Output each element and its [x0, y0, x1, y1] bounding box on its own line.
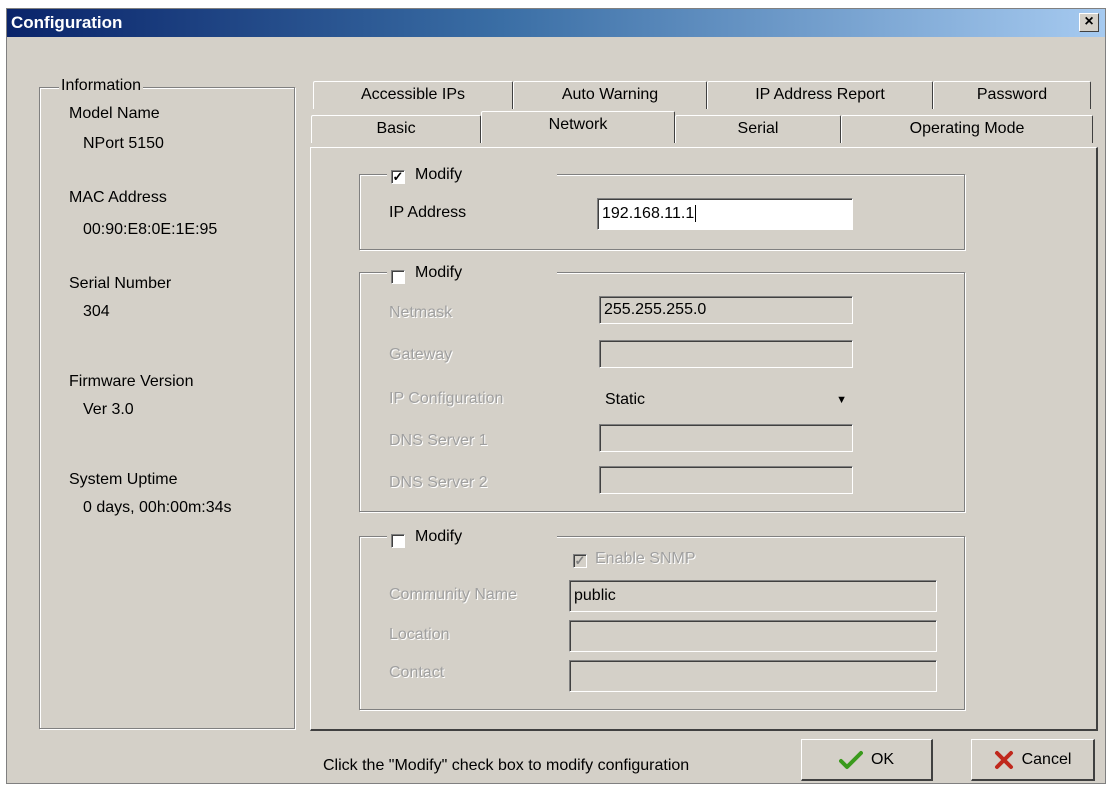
tab-accessible-ips[interactable]: Accessible IPs: [313, 81, 513, 109]
ip-group-legend: [387, 166, 557, 188]
ip-modify-label[interactable]: Modify: [415, 166, 462, 184]
system-uptime-label: System Uptime: [69, 471, 178, 488]
serial-number-label: Serial Number: [69, 275, 172, 292]
x-icon: [994, 750, 1013, 769]
location-input[interactable]: [569, 620, 937, 652]
net-group-legend: [387, 264, 557, 286]
firmware-version-label: Firmware Version: [69, 373, 194, 390]
ip-modify-checkbox[interactable]: ✓: [391, 170, 405, 184]
ok-button[interactable]: OK: [801, 739, 933, 781]
dns-server-1-input[interactable]: [599, 424, 853, 452]
mac-address-value: 00:90:E8:0E:1E:95: [83, 221, 218, 238]
ip-configuration-select[interactable]: Static ▼: [605, 388, 853, 412]
snmp-modify-label[interactable]: Modify: [415, 528, 462, 546]
title-bar[interactable]: Configuration ×: [7, 9, 1105, 37]
tab-password[interactable]: Password: [933, 81, 1091, 109]
ip-address-label: IP Address: [389, 204, 467, 221]
model-name-value: NPort 5150: [83, 135, 164, 152]
cancel-button[interactable]: Cancel: [971, 739, 1095, 781]
tab-operating-mode[interactable]: Operating Mode: [841, 115, 1093, 143]
dns-server-1-label: DNS Server 1: [389, 432, 488, 449]
close-icon: ×: [1084, 13, 1094, 30]
configuration-dialog: Configuration × Information Model Name N…: [6, 8, 1106, 784]
text-cursor: [695, 205, 697, 222]
contact-input[interactable]: [569, 660, 937, 692]
checkmark-icon: ✓: [392, 169, 404, 184]
enable-snmp-label[interactable]: Enable SNMP: [595, 550, 696, 568]
network-tab-panel: ✓ Modify IP Address 192.168.11.1 Modify …: [310, 147, 1098, 731]
triangle-down-icon: ▼: [836, 394, 847, 406]
snmp-group-legend: [387, 528, 557, 550]
mac-address-label: MAC Address: [69, 189, 167, 206]
information-group: [39, 87, 295, 729]
status-hint: Click the "Modify" check box to modify c…: [323, 757, 690, 774]
serial-number-value: 304: [83, 303, 110, 320]
location-label: Location: [389, 626, 450, 643]
dns-server-2-input[interactable]: [599, 466, 853, 494]
model-name-label: Model Name: [69, 105, 160, 122]
window-title: Configuration: [11, 13, 123, 32]
netmask-label: Netmask: [389, 304, 453, 321]
tab-serial[interactable]: Serial: [675, 115, 841, 143]
net-modify-checkbox[interactable]: [391, 270, 405, 284]
tab-auto-warning[interactable]: Auto Warning: [513, 81, 707, 109]
tab-network[interactable]: Network: [481, 111, 675, 143]
contact-label: Contact: [389, 664, 445, 681]
community-name-label: Community Name: [389, 586, 518, 603]
tab-ip-address-report[interactable]: IP Address Report: [707, 81, 933, 109]
snmp-modify-checkbox[interactable]: [391, 534, 405, 548]
net-modify-label[interactable]: Modify: [415, 264, 462, 282]
netmask-input[interactable]: 255.255.255.0: [599, 296, 853, 324]
gateway-input[interactable]: [599, 340, 853, 368]
tab-basic[interactable]: Basic: [311, 115, 481, 143]
ip-configuration-label: IP Configuration: [389, 390, 504, 407]
close-button[interactable]: ×: [1079, 13, 1099, 32]
information-group-title: Information: [59, 77, 144, 95]
community-name-input[interactable]: public: [569, 580, 937, 612]
cancel-button-label: Cancel: [1021, 750, 1072, 768]
check-icon: [838, 750, 863, 769]
firmware-version-value: Ver 3.0: [83, 401, 134, 418]
enable-snmp-checkbox[interactable]: ✓: [573, 554, 587, 568]
gateway-label: Gateway: [389, 346, 453, 363]
dns-server-2-label: DNS Server 2: [389, 474, 488, 491]
system-uptime-value: 0 days, 00h:00m:34s: [83, 499, 232, 516]
ip-address-input[interactable]: 192.168.11.1: [597, 198, 853, 230]
checkmark-icon: ✓: [574, 553, 586, 568]
ok-button-label: OK: [870, 750, 895, 768]
